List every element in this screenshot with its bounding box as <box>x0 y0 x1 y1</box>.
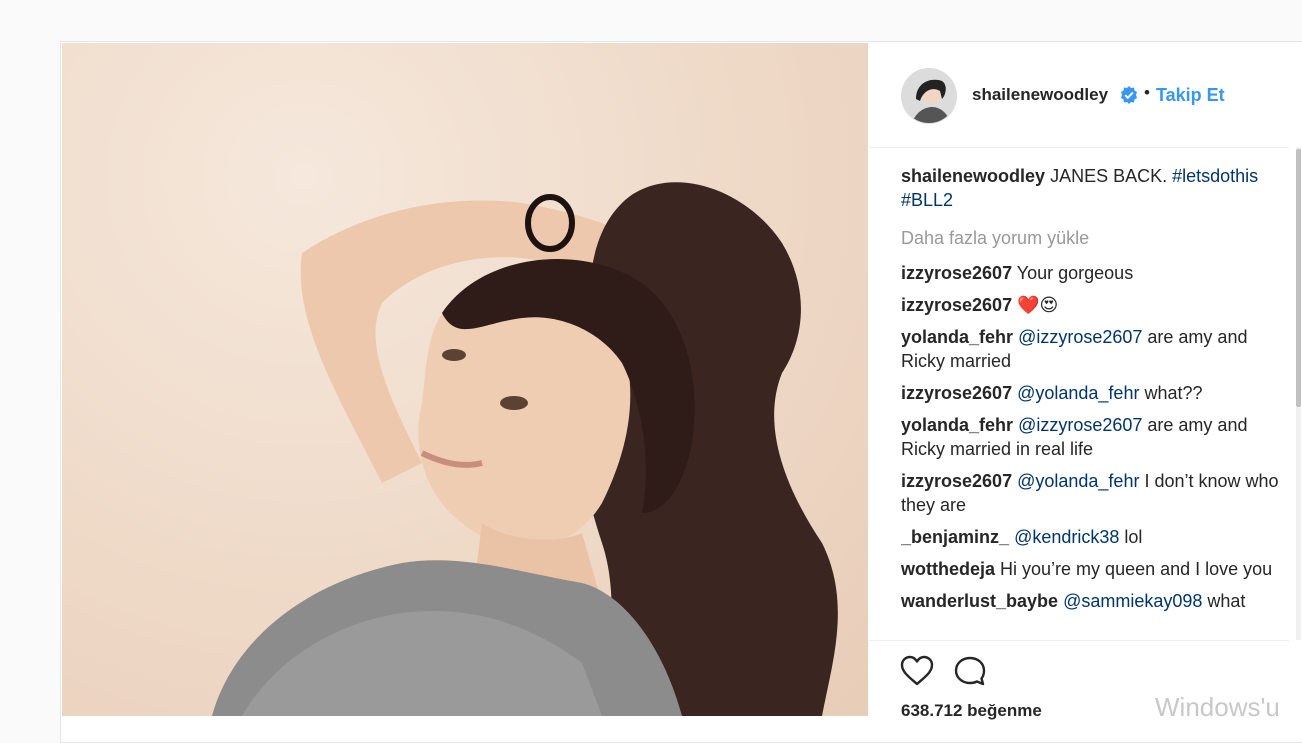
comment-username[interactable]: yolanda_fehr <box>901 327 1013 347</box>
comment-username[interactable]: izzyrose2607 <box>901 383 1012 403</box>
comments-list[interactable]: shailenewoodley JANES BACK. #letsdothis … <box>901 164 1293 640</box>
comment-mention[interactable]: @izzyrose2607 <box>1018 415 1142 435</box>
comment-text: Hi you’re my queen and I love you <box>1000 559 1273 579</box>
heart-icon[interactable] <box>900 655 934 687</box>
comments-scrollbar[interactable] <box>1296 147 1301 640</box>
comment-row: wotthedeja Hi you’re my queen and I love… <box>901 557 1293 581</box>
likes-count[interactable]: 638.712 beğenme <box>901 701 1042 721</box>
caption-hashtag[interactable]: #BLL2 <box>901 190 953 210</box>
windows-activation-watermark: Windows'u <box>1155 692 1280 722</box>
comment-username[interactable]: izzyrose2607 <box>901 471 1012 491</box>
post-header: shailenewoodley • Takip Et <box>869 43 1289 148</box>
comment-text: what?? <box>1139 383 1203 403</box>
caption-username[interactable]: shailenewoodley <box>901 166 1045 186</box>
comment-mention[interactable]: @izzyrose2607 <box>1018 327 1142 347</box>
comment-username[interactable]: izzyrose2607 <box>901 295 1012 315</box>
comment-icon[interactable] <box>953 655 987 687</box>
comment-text: what <box>1202 591 1246 611</box>
post-author-username[interactable]: shailenewoodley <box>972 85 1108 105</box>
caption-text: JANES BACK. <box>1050 166 1173 186</box>
comment-row: izzyrose2607 ❤️😍 <box>901 293 1293 317</box>
post-photo[interactable] <box>62 43 868 716</box>
profile-avatar[interactable] <box>901 68 957 124</box>
follow-button[interactable]: Takip Et <box>1156 85 1225 106</box>
comment-username[interactable]: wotthedeja <box>901 559 995 579</box>
comment-row: izzyrose2607 Your gorgeous <box>901 261 1293 285</box>
comment-username[interactable]: wanderlust_baybe <box>901 591 1058 611</box>
separator-dot: • <box>1144 83 1150 102</box>
comment-row: yolanda_fehr @izzyrose2607 are amy and R… <box>901 413 1293 461</box>
comment-row: _benjaminz_ @kendrick38 lol <box>901 525 1293 549</box>
comment-mention[interactable]: @yolanda_fehr <box>1017 383 1139 403</box>
load-more-comments-link[interactable]: Daha fazla yorum yükle <box>901 226 1293 250</box>
caption: shailenewoodley JANES BACK. #letsdothis … <box>901 164 1293 212</box>
comment-row: izzyrose2607 @yolanda_fehr I don’t know … <box>901 469 1293 517</box>
comment-username[interactable]: izzyrose2607 <box>901 263 1012 283</box>
caption-hashtag[interactable]: #letsdothis <box>1172 166 1258 186</box>
verified-badge-icon <box>1121 86 1137 104</box>
comment-text: ❤️😍 <box>1017 295 1059 315</box>
comment-text: lol <box>1119 527 1143 547</box>
comment-row: izzyrose2607 @yolanda_fehr what?? <box>901 381 1293 405</box>
comment-username[interactable]: _benjaminz_ <box>901 527 1009 547</box>
comment-text: Your gorgeous <box>1016 263 1134 283</box>
comment-mention[interactable]: @kendrick38 <box>1014 527 1119 547</box>
comment-username[interactable]: yolanda_fehr <box>901 415 1013 435</box>
scrollbar-thumb[interactable] <box>1296 149 1301 407</box>
comment-mention[interactable]: @sammiekay098 <box>1063 591 1202 611</box>
comment-mention[interactable]: @yolanda_fehr <box>1017 471 1139 491</box>
comment-row: yolanda_fehr @izzyrose2607 are amy and R… <box>901 325 1293 373</box>
comment-row: wanderlust_baybe @sammiekay098 what <box>901 589 1293 613</box>
